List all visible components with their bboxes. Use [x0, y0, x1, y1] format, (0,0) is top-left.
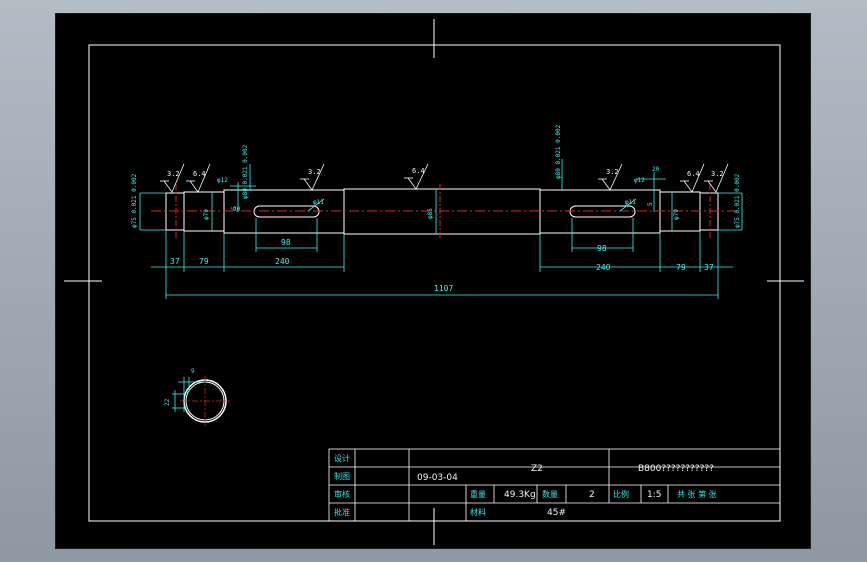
- material-value: 45#: [547, 508, 566, 518]
- label-weight: 重量: [470, 489, 486, 499]
- dim-slot-len-right: 98: [597, 244, 607, 253]
- dim-seg-79-right: 79: [676, 263, 686, 272]
- dimension-lines: [139, 159, 743, 299]
- dim-key-right: φ12: [634, 177, 645, 184]
- scale-value: 1:5: [647, 490, 661, 500]
- dim-end-dia-left: φ75 0.021 0.002: [131, 173, 138, 228]
- roughness-right-3: 3.2: [606, 168, 619, 176]
- roughness-left-2: 6.4: [193, 170, 206, 178]
- label-check: 审核: [334, 489, 350, 499]
- dim-small5-right: 5: [647, 202, 654, 206]
- label-material: 材料: [470, 507, 486, 517]
- roughness-right-2: 6.4: [687, 170, 700, 178]
- label-qty: 数量: [542, 489, 558, 499]
- dim-seg-37-right: 37: [704, 263, 714, 272]
- quantity-value: 2: [589, 490, 595, 500]
- dim-seg-79-left: 79: [199, 257, 209, 266]
- dim-seg-37-left: 37: [170, 257, 180, 266]
- dim-end-dia-right: φ75 0.021 0.002: [734, 173, 741, 228]
- roughness-center: 6.4: [412, 167, 425, 175]
- dim-slot-end-right: φ11: [625, 199, 636, 206]
- dim-step-left: 20: [233, 206, 241, 213]
- dim-seg-240-right: 240: [596, 263, 611, 272]
- dim-center-dia: φ85: [427, 208, 434, 219]
- dim-slot-end-left: φ11: [313, 199, 324, 206]
- inner-frame: [88, 44, 781, 522]
- roughness-right-1: 3.2: [711, 170, 724, 178]
- drawing-sheet[interactable]: 3.2 6.4 3.2 6.4 3.2 6.4 3.2 φ75 0.021 0.…: [55, 13, 811, 549]
- dim-section-22: 22: [164, 398, 171, 406]
- dim-journal-right: φ80 0.021 0.002: [555, 124, 562, 179]
- dim-key-left: φ12: [217, 177, 228, 184]
- label-scale: 比例: [613, 489, 629, 499]
- label-design: 设计: [334, 453, 350, 463]
- dim-section-9: 9: [191, 368, 195, 375]
- dim-seg-240-left: 240: [275, 257, 290, 266]
- shaft-drawing: 3.2 6.4 3.2 6.4 3.2 6.4 3.2 φ75 0.021 0.…: [64, 19, 804, 545]
- roughness-left-3: 3.2: [308, 168, 321, 176]
- project-name: B800???????????: [638, 464, 714, 474]
- roughness-left-1: 3.2: [167, 170, 180, 178]
- part-name: Z2: [531, 464, 543, 474]
- dim-step-right: 20: [652, 166, 660, 173]
- cad-viewport[interactable]: 3.2 6.4 3.2 6.4 3.2 6.4 3.2 φ75 0.021 0.…: [0, 0, 867, 562]
- dim-slot-len-left: 98: [281, 238, 291, 247]
- label-approve: 批准: [334, 507, 350, 517]
- dim-shoulder-left: φ79: [203, 209, 210, 220]
- dim-shoulder-right: φ79: [673, 209, 680, 220]
- dim-overall: 1107: [434, 284, 453, 293]
- section-view: 9 22: [164, 368, 230, 426]
- label-draw: 制图: [334, 471, 350, 481]
- dim-journal-left: φ80 0.021 0.002: [242, 144, 249, 199]
- drawing-number: 09-03-04: [417, 473, 458, 483]
- label-sheets: 共 张 第 张: [677, 489, 717, 499]
- weight-value: 49.3Kg: [504, 490, 536, 500]
